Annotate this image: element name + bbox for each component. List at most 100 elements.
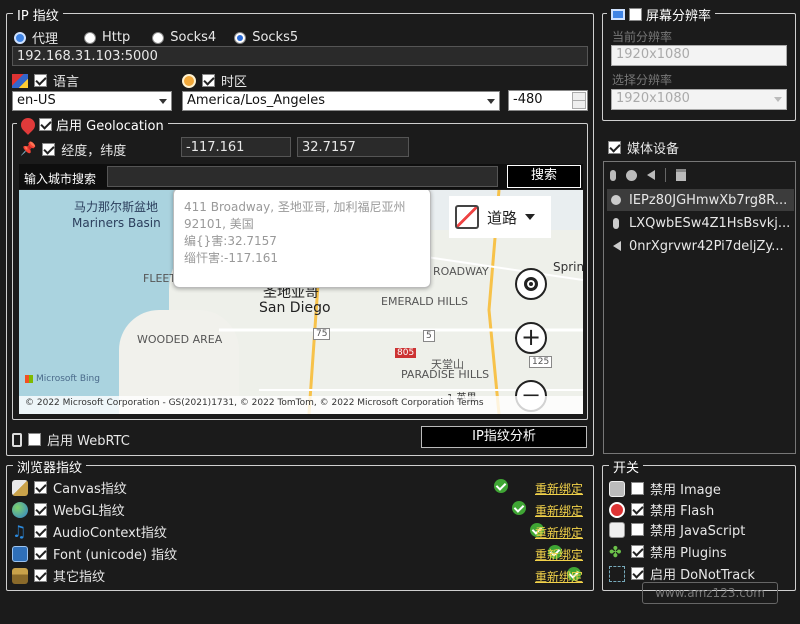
disable-plugins-checkbox[interactable] <box>631 545 644 558</box>
search-button[interactable]: 搜索 <box>507 165 581 188</box>
switch-row-image: 禁用 Image <box>609 479 721 498</box>
map-label-spring: Spring Valle <box>553 260 583 274</box>
resolution-label: 屏幕分辨率 <box>646 9 712 24</box>
socks5-radio[interactable] <box>234 31 247 44</box>
map-label-wooded: WOODED AREA <box>137 333 223 346</box>
resolution-title: 屏幕分辨率 <box>607 5 716 24</box>
canvas-status-ok-icon <box>494 479 508 493</box>
map-label-emerald: EMERALD HILLS <box>381 295 468 308</box>
flash-icon <box>609 501 625 518</box>
bing-brand-label: Microsoft Bing <box>36 374 100 384</box>
canvas-rebind-link[interactable]: 重新绑定 <box>535 480 583 497</box>
latlng-row: 📌 经度，纬度 <box>20 140 126 159</box>
mic-icon[interactable] <box>610 169 616 181</box>
proxy-option-label: 代理 <box>32 32 59 47</box>
proxy-type-row: 代理 Http Socks4 Socks5 <box>14 28 298 47</box>
stepper-down-icon[interactable] <box>572 100 586 109</box>
switch-title: 开关 <box>609 457 644 476</box>
font-label: Font (unicode) 指纹 <box>53 548 178 563</box>
popup-address: 411 Broadway, 圣地亚哥, 加利福尼亚州 92101, 美国 <box>184 200 406 231</box>
language-label: 语言 <box>53 75 80 90</box>
chevron-down-icon <box>159 99 167 104</box>
media-item[interactable]: IEPz80JGHmwXb7rg8R... <box>607 189 794 211</box>
popup-longitude: 缁忓害:-117.161 <box>184 251 278 265</box>
map-label-city-en: San Diego <box>259 300 331 316</box>
audio-checkbox[interactable] <box>34 525 47 538</box>
http-radio[interactable] <box>84 31 97 44</box>
media-item[interactable]: 0nrXgrvwr42Pi7deljZy... <box>607 235 794 257</box>
globe-icon <box>12 501 28 518</box>
longitude-input[interactable]: -117.161 <box>181 137 291 157</box>
camera-icon[interactable] <box>626 169 637 181</box>
webgl-rebind-link[interactable]: 重新绑定 <box>535 502 583 519</box>
fp-row-audio: ♫ AudioContext指纹 <box>12 522 167 541</box>
popup-latitude: 编{}害:32.7157 <box>184 234 277 248</box>
font-rebind-link[interactable]: 重新绑定 <box>535 546 583 563</box>
zoom-in-button[interactable]: + <box>515 322 547 354</box>
ip-analysis-button[interactable]: IP指纹分析 <box>421 426 587 448</box>
language-label-row: 语言 <box>12 71 79 90</box>
utc-offset-value: -480 <box>513 92 543 107</box>
latitude-input[interactable]: 32.7157 <box>297 137 409 157</box>
webgl-checkbox[interactable] <box>34 503 47 516</box>
map-layer-selector[interactable]: 道路 <box>449 196 551 238</box>
webrtc-checkbox[interactable] <box>28 433 41 446</box>
map-label-paradise: PARADISE HILLS <box>401 368 490 381</box>
geolocation-checkbox[interactable] <box>39 118 52 131</box>
other-checkbox[interactable] <box>34 569 47 582</box>
switch-row-dnt: 启用 DoNotTrack <box>609 564 755 583</box>
locate-me-button[interactable] <box>515 268 547 300</box>
language-select[interactable]: en-US <box>12 91 172 111</box>
map-view[interactable]: 马力那尔斯盆地 Mariners Basin FLEET WOODED AREA… <box>19 190 583 414</box>
webrtc-label: 启用 WebRTC <box>47 434 130 449</box>
disable-image-label: 禁用 Image <box>650 483 721 498</box>
select-resolution-value: 1920x1080 <box>616 91 690 106</box>
language-checkbox[interactable] <box>34 74 47 87</box>
select-resolution-dropdown[interactable]: 1920x1080 <box>611 89 787 110</box>
font-checkbox[interactable] <box>34 547 47 560</box>
utc-offset-stepper[interactable]: -480 <box>508 90 588 111</box>
audio-rebind-link[interactable]: 重新绑定 <box>535 524 583 541</box>
chevron-down-icon <box>487 99 495 104</box>
disable-javascript-checkbox[interactable] <box>631 523 644 536</box>
other-rebind-link[interactable]: 重新绑定 <box>535 568 583 585</box>
resolution-checkbox[interactable] <box>629 8 642 21</box>
timezone-checkbox[interactable] <box>202 74 215 87</box>
fp-row-other: 其它指纹 <box>12 566 105 585</box>
timezone-select[interactable]: America/Los_Angeles <box>182 91 500 111</box>
media-item[interactable]: LXQwbESw4Z1HsBsvkj... <box>607 212 794 234</box>
webrtc-row: 启用 WebRTC <box>12 430 130 449</box>
disable-flash-checkbox[interactable] <box>631 503 644 516</box>
speaker-icon[interactable] <box>647 170 655 180</box>
chevron-down-icon <box>525 214 536 220</box>
donottrack-checkbox[interactable] <box>631 567 644 580</box>
webgl-label: WebGL指纹 <box>53 504 125 519</box>
trash-icon[interactable] <box>676 169 686 181</box>
microsoft-logo-icon <box>25 375 33 383</box>
donottrack-label: 启用 DoNotTrack <box>650 568 755 583</box>
map-label-basin-cn: 马力那尔斯盆地 <box>74 200 159 214</box>
disable-image-checkbox[interactable] <box>631 482 644 495</box>
switch-row-flash: 禁用 Flash <box>609 500 714 519</box>
media-checkbox[interactable] <box>608 141 621 154</box>
hwy-75-shield: 75 <box>313 328 331 340</box>
fp-row-webgl: WebGL指纹 <box>12 500 125 519</box>
map-label-basin-en: Mariners Basin <box>72 216 161 230</box>
disable-plugins-label: 禁用 Plugins <box>650 546 727 561</box>
hwy-125-shield: 125 <box>529 356 553 368</box>
city-search-label: 输入城市搜索 <box>24 172 97 186</box>
city-search-input[interactable] <box>107 166 498 187</box>
media-list: IEPz80JGHmwXb7rg8R... LXQwbESw4Z1HsBsvkj… <box>603 189 796 269</box>
geolocation-title: 启用 Geolocation <box>17 114 168 135</box>
bing-logo: Microsoft Bing <box>25 374 100 384</box>
media-item-name: 0nrXgrvwr42Pi7deljZy... <box>629 238 784 254</box>
track-icon <box>609 565 625 582</box>
latlng-checkbox[interactable] <box>42 143 56 156</box>
socks4-label: Socks4 <box>170 30 217 45</box>
proxy-address-input[interactable]: 192.168.31.103:5000 <box>12 46 588 66</box>
disable-flash-label: 禁用 Flash <box>650 504 715 519</box>
current-resolution-label: 当前分辨率 <box>612 30 673 44</box>
puzzle-icon: ✤ <box>609 542 622 561</box>
canvas-checkbox[interactable] <box>34 481 47 494</box>
socks4-radio[interactable] <box>152 31 165 44</box>
